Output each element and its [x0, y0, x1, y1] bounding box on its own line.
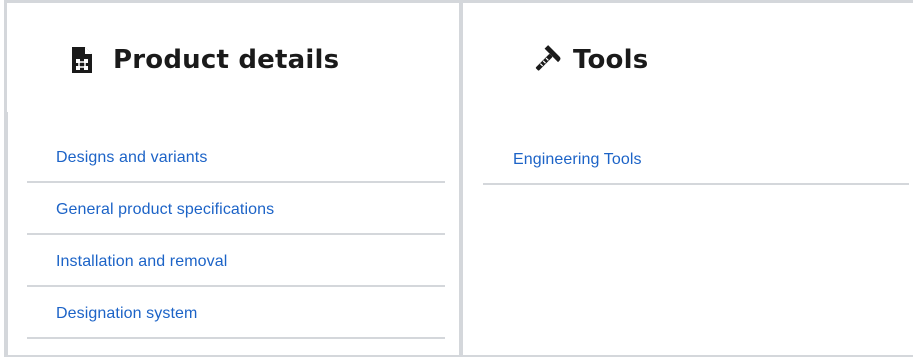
tools-links: Engineering Tools [483, 131, 909, 185]
link-engineering-tools[interactable]: Engineering Tools [483, 131, 909, 185]
product-details-title: Product details [113, 45, 340, 75]
product-details-links: Designs and variants General product spe… [27, 131, 445, 339]
left-edge-border [6, 112, 8, 355]
link-general-product-specifications[interactable]: General product specifications [27, 183, 445, 235]
tools-heading: Tools [531, 45, 648, 75]
hammer-icon [531, 45, 561, 75]
product-details-heading: Product details [67, 45, 339, 75]
tools-card: Tools Engineering Tools [459, 0, 913, 357]
document-diagram-icon [67, 45, 97, 75]
link-designation-system[interactable]: Designation system [27, 287, 445, 339]
left-edge-gap [0, 112, 4, 357]
link-designs-and-variants[interactable]: Designs and variants [27, 131, 445, 183]
tools-title: Tools [573, 45, 649, 75]
cards-container: Product details Designs and variants Gen… [0, 0, 913, 357]
link-installation-and-removal[interactable]: Installation and removal [27, 235, 445, 287]
product-details-card: Product details Designs and variants Gen… [4, 0, 459, 357]
